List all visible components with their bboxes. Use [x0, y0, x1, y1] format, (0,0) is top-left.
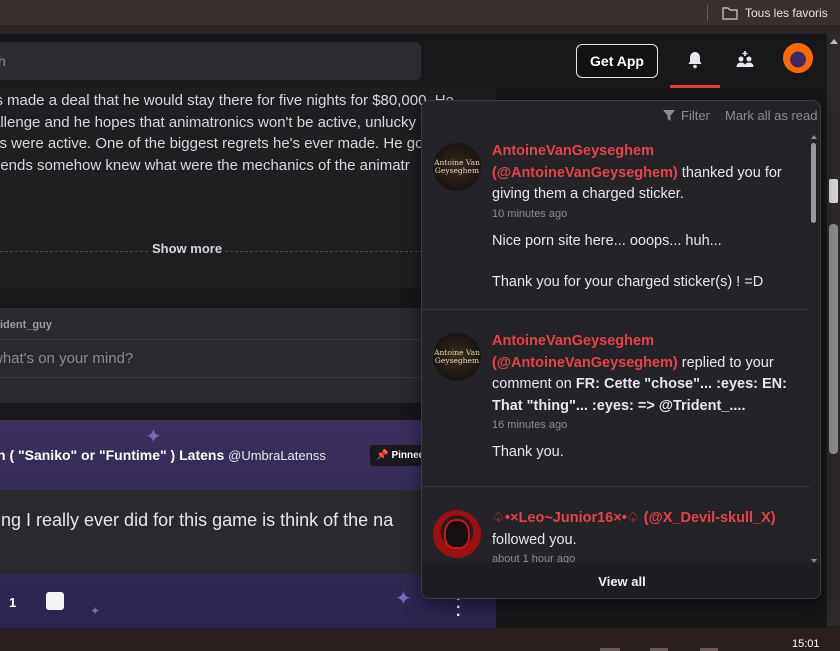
all-bookmarks-folder[interactable]: Tous les favoris — [722, 4, 828, 22]
show-more-divider — [0, 251, 473, 252]
notification-message: Thank you for your charged sticker(s) ! … — [492, 274, 764, 290]
notification-message: Nice porn site here... ooops... huh... — [492, 232, 722, 249]
pinned-post-name: n ( "Saniko" or "Funtime" ) Latens — [0, 447, 225, 463]
notification-time: 16 minutes ago — [492, 419, 568, 431]
feed-separator — [0, 288, 480, 308]
notification-text: AntoineVanGeyseghem (@AntoineVanGeyseghe… — [492, 331, 804, 417]
scroll-up-arrow-icon[interactable] — [830, 39, 838, 44]
pinned-post-title[interactable]: n ( "Saniko" or "Funtime" ) Latens @Umbr… — [0, 447, 326, 463]
avatar-logo-text: Antoine Van Geyseghem — [434, 348, 480, 365]
page-scrollbar[interactable] — [827, 34, 840, 626]
notification-user[interactable]: AntoineVanGeyseghem (@AntoineVanGeyseghe… — [492, 143, 678, 181]
pinned-badge-label: Pinned — [391, 450, 425, 461]
notification-user[interactable]: ♤•×Leo~Junior16×•♤ (@X_Devil-skull_X) — [492, 510, 776, 526]
notification-message: Thank you. — [492, 444, 564, 460]
like-count[interactable]: 1 — [9, 595, 16, 610]
post: ls made a deal that he would stay there … — [0, 88, 480, 288]
avatar[interactable]: Antoine Van Geyseghem — [433, 143, 481, 191]
mark-all-read-button[interactable]: Mark all as read — [725, 108, 817, 123]
feed-separator — [0, 403, 480, 420]
scrollbar-marker — [829, 179, 838, 203]
post-line: riends somehow knew what were the mechan… — [0, 156, 410, 174]
search-input[interactable]: h — [0, 42, 421, 80]
notifications-scrollbar[interactable] — [810, 135, 818, 565]
avatar-face — [444, 519, 470, 549]
post-line: ls made a deal that he would stay there … — [0, 92, 454, 109]
filter-button[interactable]: Filter — [663, 108, 710, 123]
composer-username: ident_guy — [0, 319, 52, 331]
friends-icon[interactable] — [733, 48, 757, 72]
notification-content: AntoineVanGeyseghem (@AntoineVanGeyseghe… — [492, 331, 804, 464]
notification-divider — [422, 486, 810, 487]
notification-content: AntoineVanGeyseghem (@AntoineVanGeyseghe… — [492, 141, 804, 294]
notification-divider — [422, 309, 810, 310]
view-all-button[interactable]: View all — [422, 563, 820, 598]
bookmarks-bar: Tous les favoris — [0, 0, 840, 26]
notification-content: ♤•×Leo~Junior16×•♤ (@X_Devil-skull_X) fo… — [492, 508, 804, 566]
pinned-post-handle: @UmbraLatenss — [228, 448, 326, 463]
composer-input[interactable]: what's on your mind? — [0, 350, 133, 367]
show-more-button[interactable]: Show more — [150, 241, 225, 256]
bookmarks-folder-label: Tous les favoris — [745, 6, 828, 20]
notification-text: ♤•×Leo~Junior16×•♤ (@X_Devil-skull_X) — [492, 508, 804, 530]
composer-divider — [0, 377, 480, 378]
more-options-icon[interactable]: · · · — [456, 592, 461, 624]
filter-label: Filter — [681, 108, 710, 123]
clock: 15:01 — [792, 638, 820, 650]
notification-user[interactable]: AntoineVanGeyseghem (@AntoineVanGeyseghe… — [492, 333, 678, 371]
notifications-scrollbar-thumb[interactable] — [811, 143, 816, 223]
notifications-toolbar: Filter Mark all as read — [422, 101, 820, 131]
post-line: allenge and he hopes that animatronics w… — [0, 113, 416, 131]
folder-icon — [722, 7, 738, 20]
sticker-icon[interactable] — [46, 592, 64, 610]
sparkle-icon: ✦ — [145, 426, 162, 448]
notification-text: AntoineVanGeyseghem (@AntoineVanGeyseghe… — [492, 141, 804, 206]
scrollbar-thumb[interactable] — [829, 224, 838, 454]
taskbar: 15:01 — [0, 628, 840, 651]
filter-icon — [663, 110, 675, 121]
avatar-logo-text: Antoine Van Geyseghem — [434, 158, 480, 175]
site-header: h Get App — [0, 34, 827, 88]
browser-chrome-gap — [0, 26, 840, 34]
post-text: ls made a deal that he would stay there … — [0, 90, 482, 176]
notification-time: 10 minutes ago — [492, 207, 568, 220]
bookmarks-separator — [707, 5, 708, 21]
notification-action: followed you. — [492, 531, 577, 548]
scroll-up-arrow-icon[interactable] — [811, 135, 817, 139]
post-composer: ident_guy what's on your mind? — [0, 308, 480, 403]
composer-divider — [0, 339, 480, 340]
bell-icon[interactable] — [683, 48, 707, 72]
user-avatar[interactable] — [783, 43, 813, 73]
notifications-panel: Filter Mark all as read Antoine Van Geys… — [421, 100, 821, 599]
get-app-button[interactable]: Get App — [576, 44, 658, 78]
pinned-post-text: ing I really ever did for this game is t… — [0, 510, 394, 530]
avatar[interactable]: Antoine Van Geyseghem — [433, 333, 481, 381]
avatar[interactable] — [433, 510, 481, 558]
post-line: cs were active. One of the biggest regre… — [0, 135, 424, 152]
pin-icon: 📌 — [376, 450, 389, 461]
